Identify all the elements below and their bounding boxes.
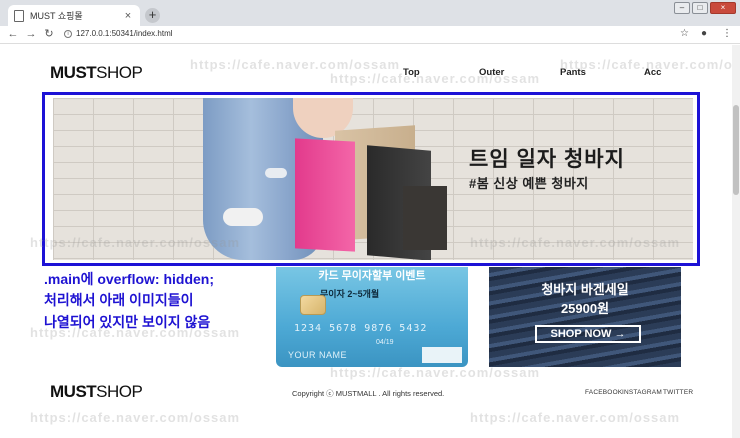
scrollbar-thumb[interactable] — [733, 105, 739, 195]
logo-light: SHOP — [96, 63, 143, 82]
annotation-line-1: .main에 overflow: hidden; — [44, 271, 214, 287]
back-arrow-icon[interactable]: ← — [6, 28, 20, 41]
shop-now-button[interactable]: SHOP NOW → — [535, 325, 641, 343]
watermark-2: https://cafe.naver.com/ossam — [330, 71, 541, 86]
card-expiry: 04/19 — [376, 339, 394, 346]
sale-title: 청바지 바겐세일 — [541, 282, 629, 297]
logo-bold: MUST — [50, 63, 97, 82]
annotation-line-3: 나열되어 있지만 보이지 않음 — [44, 314, 211, 330]
menu-icon[interactable]: ⋮ — [722, 28, 732, 39]
watermark-1: https://cafe.naver.com/ossam — [190, 57, 401, 72]
nav-top[interactable]: Top — [403, 67, 420, 78]
window-close-button[interactable]: × — [710, 2, 736, 14]
card-event-banner[interactable]: 카드 무이자할부 이벤트 무이자 2~5개월 1234 5678 9876 54… — [276, 267, 468, 367]
card-chip-icon — [300, 295, 326, 315]
tab-strip: MUST 쇼핑몰 × + – □ × — [0, 0, 740, 26]
hero-title: 트임 일자 청바지 — [469, 148, 625, 171]
new-tab-button[interactable]: + — [145, 8, 160, 23]
watermark-8: https://cafe.naver.com/ossam — [30, 410, 241, 425]
footer-logo-light: SHOP — [96, 382, 143, 401]
annotation-line-2: 처리해서 아래 이미지들이 — [44, 292, 194, 308]
bookmark-star-icon[interactable]: ☆ — [680, 28, 689, 39]
sale-price: 25900원 — [560, 301, 610, 316]
tab-close-icon[interactable]: × — [122, 10, 134, 22]
footer-logo-bold: MUST — [50, 382, 97, 401]
jeans-sale-banner[interactable]: 청바지 바겐세일 25900원 SHOP NOW → — [489, 267, 681, 367]
card-number: 1234 5678 9876 5432 — [294, 323, 428, 334]
promo-title: 카드 무이자할부 이벤트 — [318, 270, 426, 282]
header-logo[interactable]: MUSTSHOP — [50, 63, 143, 83]
watermark-9: https://cafe.naver.com/ossam — [470, 410, 681, 425]
sns-facebook[interactable]: FACEBOOK — [585, 389, 622, 396]
shopping-bag-pink — [295, 138, 355, 252]
url-text: 127.0.0.1:50341/index.html — [76, 29, 173, 38]
minimize-button[interactable]: – — [674, 2, 690, 14]
nav-acc[interactable]: Acc — [644, 67, 661, 78]
info-icon[interactable]: i — [64, 29, 72, 38]
browser-toolbar: ← → ↻ i 127.0.0.1:50341/index.html ☆ ● ⋮ — [0, 26, 740, 44]
page-icon — [14, 9, 24, 22]
promo-subtitle: 무이자 2~5개월 — [320, 289, 380, 299]
shopping-bag-dark — [403, 186, 447, 250]
sns-twitter[interactable]: TWITTER — [663, 389, 693, 396]
watermark-7: https://cafe.naver.com/ossam — [330, 365, 541, 380]
footer-logo[interactable]: MUSTSHOP — [50, 382, 143, 402]
browser-window: MUST 쇼핑몰 × + – □ × ← → ↻ i 127.0.0.1:503… — [0, 0, 740, 438]
hero-subtitle: #봄 신상 예쁜 청바지 — [469, 176, 589, 191]
copyright-text: Copyright ⓒ MUSTMALL . All rights reserv… — [292, 389, 445, 398]
page-scrollbar[interactable] — [732, 45, 740, 438]
reload-icon[interactable]: ↻ — [42, 28, 56, 41]
nav-pants[interactable]: Pants — [560, 67, 586, 78]
browser-tab[interactable]: MUST 쇼핑몰 × — [8, 5, 140, 26]
card-name: YOUR NAME — [288, 350, 348, 360]
sns-instagram[interactable]: INSTAGRAM — [622, 389, 662, 396]
account-icon[interactable]: ● — [701, 28, 707, 39]
nav-outer[interactable]: Outer — [479, 67, 504, 78]
web-page: MUSTSHOP Top Outer Pants Acc 트임 일자 청바지 #… — [0, 45, 740, 438]
address-bar[interactable]: i 127.0.0.1:50341/index.html — [64, 29, 173, 38]
forward-arrow-icon[interactable]: → — [24, 28, 38, 41]
hero-banner[interactable] — [53, 98, 693, 260]
card-logo-box — [422, 347, 462, 363]
maximize-button[interactable]: □ — [692, 2, 708, 14]
tab-title: MUST 쇼핑몰 — [30, 11, 83, 21]
window-controls: – □ × — [674, 2, 736, 14]
